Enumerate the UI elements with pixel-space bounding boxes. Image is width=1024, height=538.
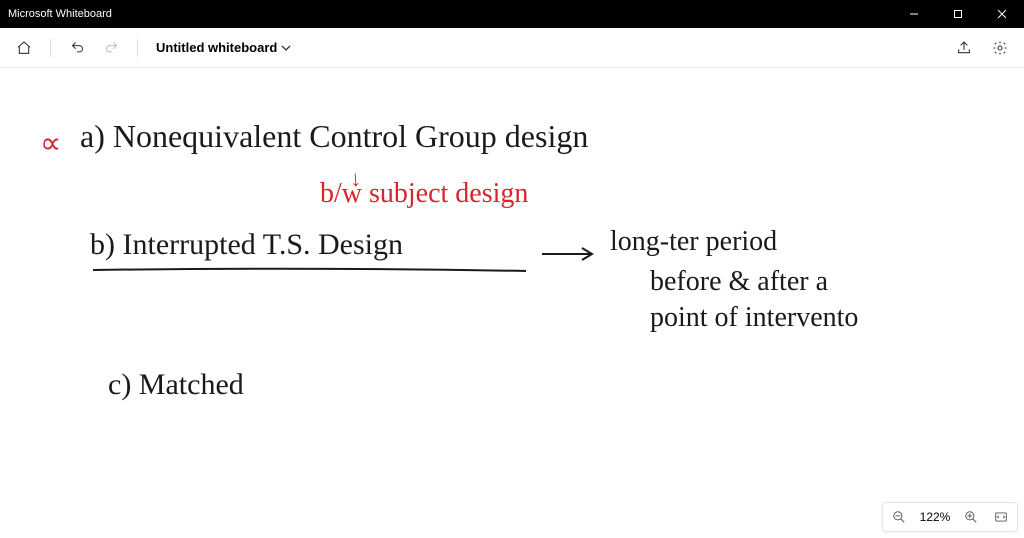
- separator: [50, 39, 51, 57]
- minimize-button[interactable]: [892, 0, 936, 28]
- hw-line-a-sub: b/w subject design: [320, 178, 528, 210]
- top-toolbar-left: Untitled whiteboard: [10, 34, 297, 62]
- fit-screen-button[interactable]: [989, 505, 1013, 529]
- board-name-label: Untitled whiteboard: [156, 40, 277, 55]
- whiteboard-canvas[interactable]: ∝ a) Nonequivalent Control Group design …: [0, 68, 1024, 538]
- chevron-down-icon: [281, 43, 291, 53]
- zoom-out-button[interactable]: [887, 505, 911, 529]
- window-controls: [892, 0, 1024, 28]
- separator: [137, 39, 138, 57]
- hw-underline-b: [90, 266, 530, 274]
- hw-line-b-note1: long-ter period: [610, 226, 777, 258]
- app-title: Microsoft Whiteboard: [8, 8, 112, 20]
- hw-line-a: a) Nonequivalent Control Group design: [80, 118, 588, 155]
- hw-alpha: ∝: [40, 126, 61, 161]
- board-name-dropdown[interactable]: Untitled whiteboard: [150, 36, 297, 59]
- redo-button[interactable]: [97, 34, 125, 62]
- zoom-controls: 122%: [882, 502, 1018, 532]
- hw-arrow-right: [540, 246, 600, 262]
- hw-line-b-note2: before & after a: [650, 266, 828, 298]
- close-button[interactable]: [980, 0, 1024, 28]
- zoom-level-label: 122%: [917, 510, 953, 524]
- top-toolbar: Untitled whiteboard: [0, 28, 1024, 68]
- titlebar: Microsoft Whiteboard: [0, 0, 1024, 28]
- share-button[interactable]: [950, 34, 978, 62]
- maximize-button[interactable]: [936, 0, 980, 28]
- home-button[interactable]: [10, 34, 38, 62]
- zoom-in-button[interactable]: [959, 505, 983, 529]
- top-toolbar-right: [950, 34, 1014, 62]
- hw-line-c: c) Matched: [108, 368, 244, 402]
- undo-button[interactable]: [63, 34, 91, 62]
- hw-line-b: b) Interrupted T.S. Design: [90, 228, 403, 262]
- settings-button[interactable]: [986, 34, 1014, 62]
- hw-line-b-note3: point of intervento: [650, 302, 858, 334]
